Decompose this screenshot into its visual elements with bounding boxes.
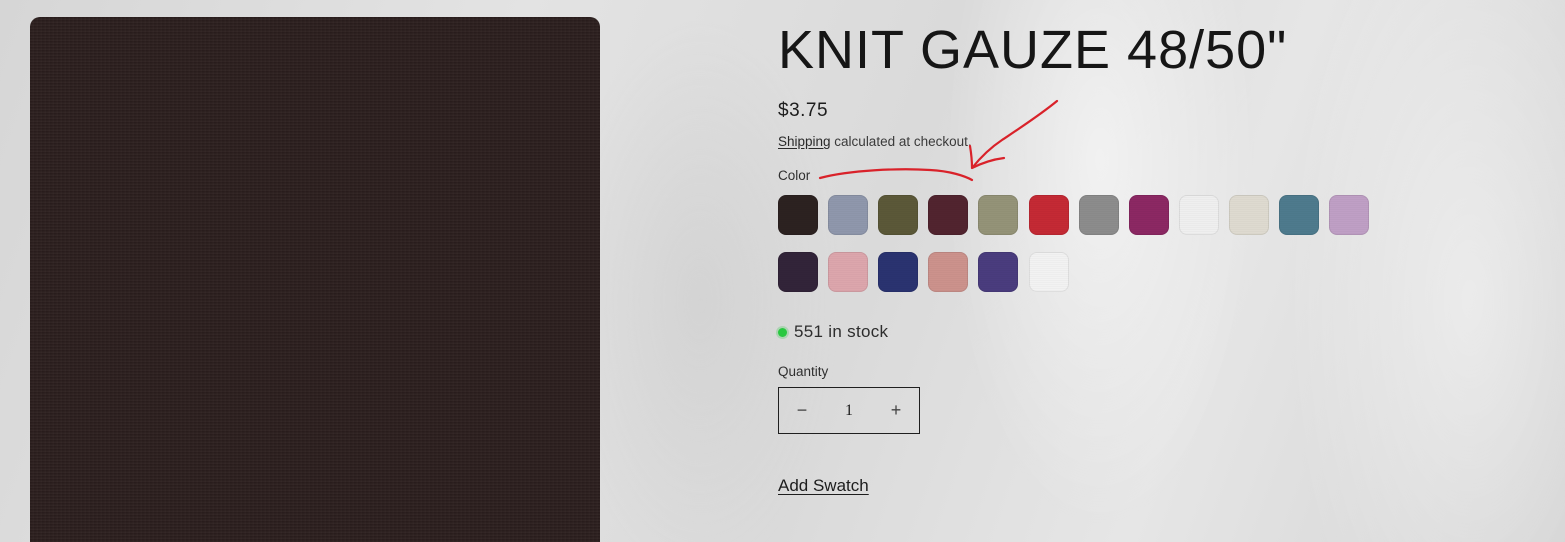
annotation-arrow-icon	[968, 99, 1059, 170]
color-swatch[interactable]	[778, 195, 818, 235]
color-swatch[interactable]	[1228, 195, 1269, 235]
color-swatch[interactable]	[878, 252, 919, 292]
color-swatch[interactable]	[828, 252, 869, 292]
quantity-stepper: − +	[778, 387, 920, 434]
color-swatch[interactable]	[828, 195, 869, 235]
shipping-note: Shipping calculated at checkout.	[778, 134, 972, 149]
color-swatch[interactable]	[1078, 195, 1119, 235]
shipping-link[interactable]: Shipping	[778, 134, 831, 149]
add-swatch-link[interactable]: Add Swatch	[778, 476, 869, 496]
product-price: $3.75	[778, 100, 829, 121]
stock-status: 551 in stock	[778, 322, 888, 342]
color-swatch[interactable]	[978, 195, 1019, 235]
product-image[interactable]	[30, 17, 600, 542]
color-swatch[interactable]	[1178, 195, 1219, 235]
color-label: Color	[778, 168, 811, 183]
stock-text: 551 in stock	[794, 322, 889, 341]
color-swatch[interactable]	[1028, 195, 1069, 235]
color-swatch[interactable]	[1279, 195, 1319, 235]
quantity-decrease-button[interactable]: −	[779, 388, 825, 433]
product-title: KNIT GAUZE 48/50"	[778, 20, 1288, 80]
shipping-text: calculated at checkout.	[830, 134, 972, 149]
color-swatch[interactable]	[978, 252, 1019, 292]
quantity-label: Quantity	[778, 364, 829, 379]
quantity-increase-button[interactable]: +	[873, 388, 919, 433]
color-swatch[interactable]	[1028, 252, 1069, 292]
color-swatch[interactable]	[778, 252, 818, 292]
color-swatch[interactable]	[878, 195, 919, 235]
quantity-input[interactable]	[829, 401, 869, 420]
annotation-underline	[818, 168, 974, 182]
color-swatch[interactable]	[928, 252, 969, 292]
color-swatch[interactable]	[1128, 195, 1169, 235]
color-swatch[interactable]	[1329, 195, 1370, 235]
color-swatch[interactable]	[928, 195, 969, 235]
in-stock-dot-icon	[778, 327, 787, 337]
